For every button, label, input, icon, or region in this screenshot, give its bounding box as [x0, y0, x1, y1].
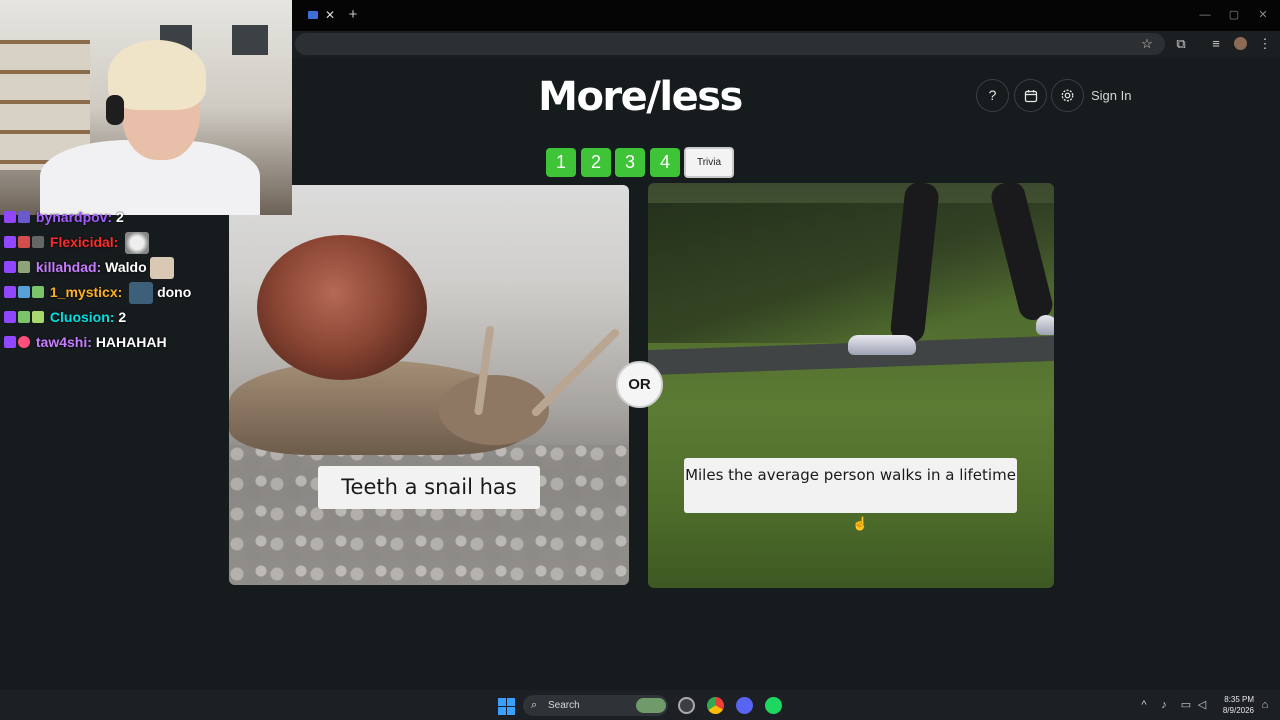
address-bar[interactable] [295, 33, 1165, 55]
badge-icon [18, 236, 30, 248]
maximize-button[interactable]: ▢ [1224, 6, 1244, 24]
search-icon: ⌕ [531, 699, 538, 711]
chat-text: Waldo [105, 259, 147, 275]
media-icon[interactable]: ≡ [1207, 35, 1225, 53]
volume-icon[interactable]: ◁ [1195, 697, 1209, 713]
help-button[interactable]: ? [976, 79, 1009, 112]
taskbar-clock[interactable]: 8:35 PM 8/9/2026 [1214, 694, 1254, 718]
heart-badge-icon [18, 336, 30, 348]
chat-username: 1_mysticx [49, 284, 118, 300]
obs-app-icon[interactable] [678, 697, 695, 714]
right-option-card[interactable] [648, 183, 1054, 588]
extensions-icon[interactable]: ⧉ [1172, 35, 1190, 53]
headset-image [106, 95, 124, 125]
chrome-app-icon[interactable] [707, 697, 724, 714]
trivia-button[interactable]: Trivia [684, 147, 734, 178]
or-badge: OR [616, 361, 663, 408]
badge-icon [4, 211, 16, 223]
notifications-icon[interactable]: ⌂ [1258, 697, 1272, 713]
site-logo[interactable]: More/less [520, 72, 760, 122]
settings-button[interactable] [1051, 79, 1084, 112]
badge-icon [18, 286, 30, 298]
snail-shell-image [257, 235, 427, 380]
chat-message: Flexicidal: [4, 231, 150, 255]
level-2-button[interactable]: 2 [581, 148, 611, 177]
start-button[interactable] [498, 698, 515, 715]
left-option-card[interactable] [229, 185, 629, 585]
chat-text: 2 [118, 309, 127, 325]
close-window-button[interactable]: ✕ [1253, 6, 1273, 24]
level-3-button[interactable]: 3 [615, 148, 645, 177]
badge-icon [4, 261, 16, 273]
clock-date: 8/9/2026 [1222, 706, 1254, 715]
question-icon: ? [988, 87, 997, 103]
level-1-button[interactable]: 1 [546, 148, 576, 177]
chat-text: 2 [116, 209, 124, 225]
badge-icon [18, 211, 30, 223]
chat-username: killahdad [35, 259, 97, 275]
chat-overlay: bynardpov: 2 Flexicidal: killahdad: Wald… [4, 208, 204, 358]
chat-text: HAHAHAH [95, 334, 167, 350]
chat-message: Cluosion: 2 [4, 306, 126, 328]
badge-icon [32, 286, 44, 298]
emote-icon [129, 282, 154, 305]
badge-icon [32, 311, 44, 323]
right-question-label: Miles the average person walks in a life… [684, 458, 1017, 513]
spotify-app-icon[interactable] [765, 697, 782, 714]
tab-favicon-icon [308, 11, 318, 19]
menu-icon[interactable]: ⋮ [1256, 35, 1274, 53]
snail-tentacle-image [530, 327, 621, 418]
taskbar-search-label: Search [548, 700, 580, 711]
discord-app-icon[interactable] [736, 697, 753, 714]
walker-shoe-image [848, 335, 916, 355]
profile-avatar[interactable] [1234, 37, 1247, 50]
calendar-icon [1024, 90, 1037, 103]
chat-username: Cluosion [49, 309, 110, 325]
chat-username: Flexicidal [49, 234, 114, 250]
chat-username: taw4shi [35, 334, 88, 350]
chat-username: bynardpov [35, 209, 108, 225]
minimize-button[interactable]: — [1195, 6, 1215, 24]
badge-icon [4, 286, 16, 298]
left-question-label: Teeth a snail has [318, 466, 540, 509]
walker-shoe-image [1036, 315, 1054, 335]
chat-message: bynardpov: 2 [4, 206, 124, 228]
new-tab-button[interactable]: + [345, 6, 361, 24]
network-icon[interactable]: ▭ [1179, 697, 1193, 713]
level-4-button[interactable]: 4 [650, 148, 680, 177]
badge-icon [4, 236, 16, 248]
chat-text: dono [157, 284, 192, 300]
window-image [232, 25, 268, 55]
badge-icon [18, 311, 30, 323]
widgets-icon[interactable] [636, 698, 666, 713]
badge-icon [18, 261, 30, 273]
emote-icon [125, 232, 150, 255]
calendar-button[interactable] [1014, 79, 1047, 112]
badge-icon [4, 336, 16, 348]
chat-message: 1_mysticx: dono [4, 281, 192, 305]
microphone-icon[interactable]: ♪ [1157, 697, 1171, 713]
shadow-image [648, 203, 1054, 343]
emote-icon [149, 257, 174, 280]
sign-in-link[interactable]: Sign In [1091, 86, 1151, 106]
star-icon[interactable]: ☆ [1138, 35, 1156, 53]
gear-icon [1061, 89, 1074, 102]
badge-icon [4, 311, 16, 323]
clock-time: 8:35 PM [1224, 695, 1254, 704]
chat-message: taw4shi: HAHAHAH [4, 331, 167, 353]
chat-message: killahdad: Waldo [4, 256, 174, 280]
hand-cursor-icon: ☝ [852, 516, 869, 531]
tab-close-button[interactable]: ✕ [323, 7, 337, 23]
webcam-overlay [0, 0, 292, 215]
badge-icon [32, 236, 44, 248]
tray-chevron-icon[interactable]: ^ [1137, 697, 1151, 713]
